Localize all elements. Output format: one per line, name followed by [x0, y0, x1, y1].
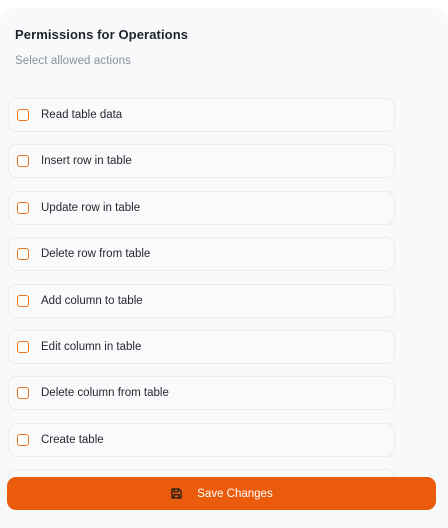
panel-subtitle: Select allowed actions — [15, 55, 131, 67]
checkbox[interactable] — [17, 248, 29, 261]
checkbox[interactable] — [17, 109, 29, 121]
permission-label: Delete row from table — [41, 248, 151, 261]
permission-item-delete-row[interactable]: Delete row from table — [8, 237, 395, 272]
checkbox[interactable] — [17, 294, 29, 307]
permission-label: Read table data — [41, 109, 123, 121]
checkbox[interactable] — [17, 155, 29, 168]
permission-item-insert-row[interactable]: Insert row in table — [8, 144, 395, 179]
permission-item-delete-column[interactable]: Delete column from table — [8, 376, 395, 411]
permission-label: Create table — [41, 433, 104, 446]
permission-item-update-row[interactable]: Update row in table — [8, 190, 395, 225]
permission-item-add-column[interactable]: Add column to table — [8, 283, 395, 318]
permission-item-create-table[interactable]: Create table — [8, 422, 395, 457]
permission-label: Update row in table — [41, 201, 141, 214]
panel-title: Permissions for Operations — [15, 27, 189, 42]
permission-label: Insert row in table — [41, 155, 132, 168]
checkbox[interactable] — [17, 201, 29, 214]
permission-label: Delete column from table — [41, 387, 169, 400]
save-changes-button[interactable]: Save Changes — [7, 477, 436, 510]
permissions-list: Read table data Insert row in table Upda… — [8, 98, 395, 504]
permission-item-edit-column[interactable]: Edit column in table — [8, 329, 395, 364]
save-icon — [170, 487, 183, 500]
save-button-label: Save Changes — [197, 487, 273, 500]
permission-item-read-table-data[interactable]: Read table data — [8, 98, 395, 132]
permission-label: Add column to table — [41, 294, 143, 307]
checkbox[interactable] — [17, 433, 29, 446]
permissions-panel: Permissions for Operations Select allowe… — [0, 8, 448, 528]
checkbox[interactable] — [17, 387, 29, 400]
checkbox[interactable] — [17, 340, 29, 353]
permission-label: Edit column in table — [41, 340, 142, 353]
